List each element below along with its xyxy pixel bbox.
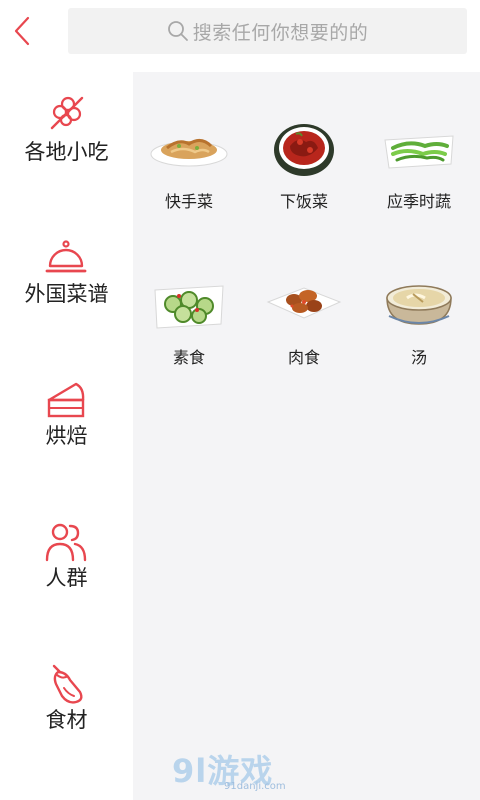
category-vegetarian[interactable]: 素食 xyxy=(139,268,239,398)
sidebar-item-label: 烘焙 xyxy=(45,424,88,448)
dish-image xyxy=(274,124,334,176)
sidebar-item-foreign[interactable]: 外国菜谱 xyxy=(0,214,133,356)
sidebar-item-snacks[interactable]: 各地小吃 xyxy=(0,72,133,214)
category-label: 肉食 xyxy=(287,348,320,367)
dish-image xyxy=(386,285,452,325)
category-quick-dishes[interactable]: 快手菜 xyxy=(139,112,239,242)
category-label: 应季时蔬 xyxy=(386,192,451,211)
search-bar[interactable]: 搜索任何你想要的的 xyxy=(68,8,467,54)
dish-image xyxy=(154,285,224,329)
category-label: 汤 xyxy=(410,348,427,367)
search-placeholder: 搜索任何你想要的的 xyxy=(192,21,369,44)
top-bar: 搜索任何你想要的的 xyxy=(0,0,480,62)
dish-image xyxy=(384,135,454,169)
category-soup[interactable]: 汤 xyxy=(369,268,469,398)
back-button[interactable] xyxy=(6,12,40,50)
category-seasonal-vegetables[interactable]: 应季时蔬 xyxy=(369,112,469,242)
cake-icon xyxy=(47,382,85,418)
sidebar-item-label: 食材 xyxy=(45,708,88,732)
skewer-icon xyxy=(50,96,84,130)
sidebar-item-ingredients[interactable]: 食材 xyxy=(0,640,133,782)
search-icon xyxy=(167,21,188,41)
category-rice-dishes[interactable]: 下饭菜 xyxy=(254,112,354,242)
chevron-left-icon xyxy=(14,16,30,46)
category-label: 快手菜 xyxy=(164,192,213,211)
category-label: 素食 xyxy=(172,348,205,367)
category-sidebar: 各地小吃 外国菜谱 烘焙 人群 食材 xyxy=(0,72,133,800)
sidebar-item-baking[interactable]: 烘焙 xyxy=(0,356,133,498)
dish-image xyxy=(150,139,228,167)
sidebar-item-label: 各地小吃 xyxy=(24,140,109,164)
sidebar-item-label: 外国菜谱 xyxy=(24,282,109,306)
sidebar-item-people[interactable]: 人群 xyxy=(0,498,133,640)
category-label: 下饭菜 xyxy=(279,192,328,211)
category-meat[interactable]: 肉食 xyxy=(254,268,354,398)
dish-image xyxy=(266,287,342,319)
category-grid: 快手菜 下饭菜 应季时蔬 素食 肉食 汤 xyxy=(133,72,480,800)
eggplant-icon xyxy=(52,664,83,704)
sidebar-item-label: 人群 xyxy=(45,566,88,590)
cloche-icon xyxy=(45,240,87,273)
people-icon xyxy=(45,523,87,562)
